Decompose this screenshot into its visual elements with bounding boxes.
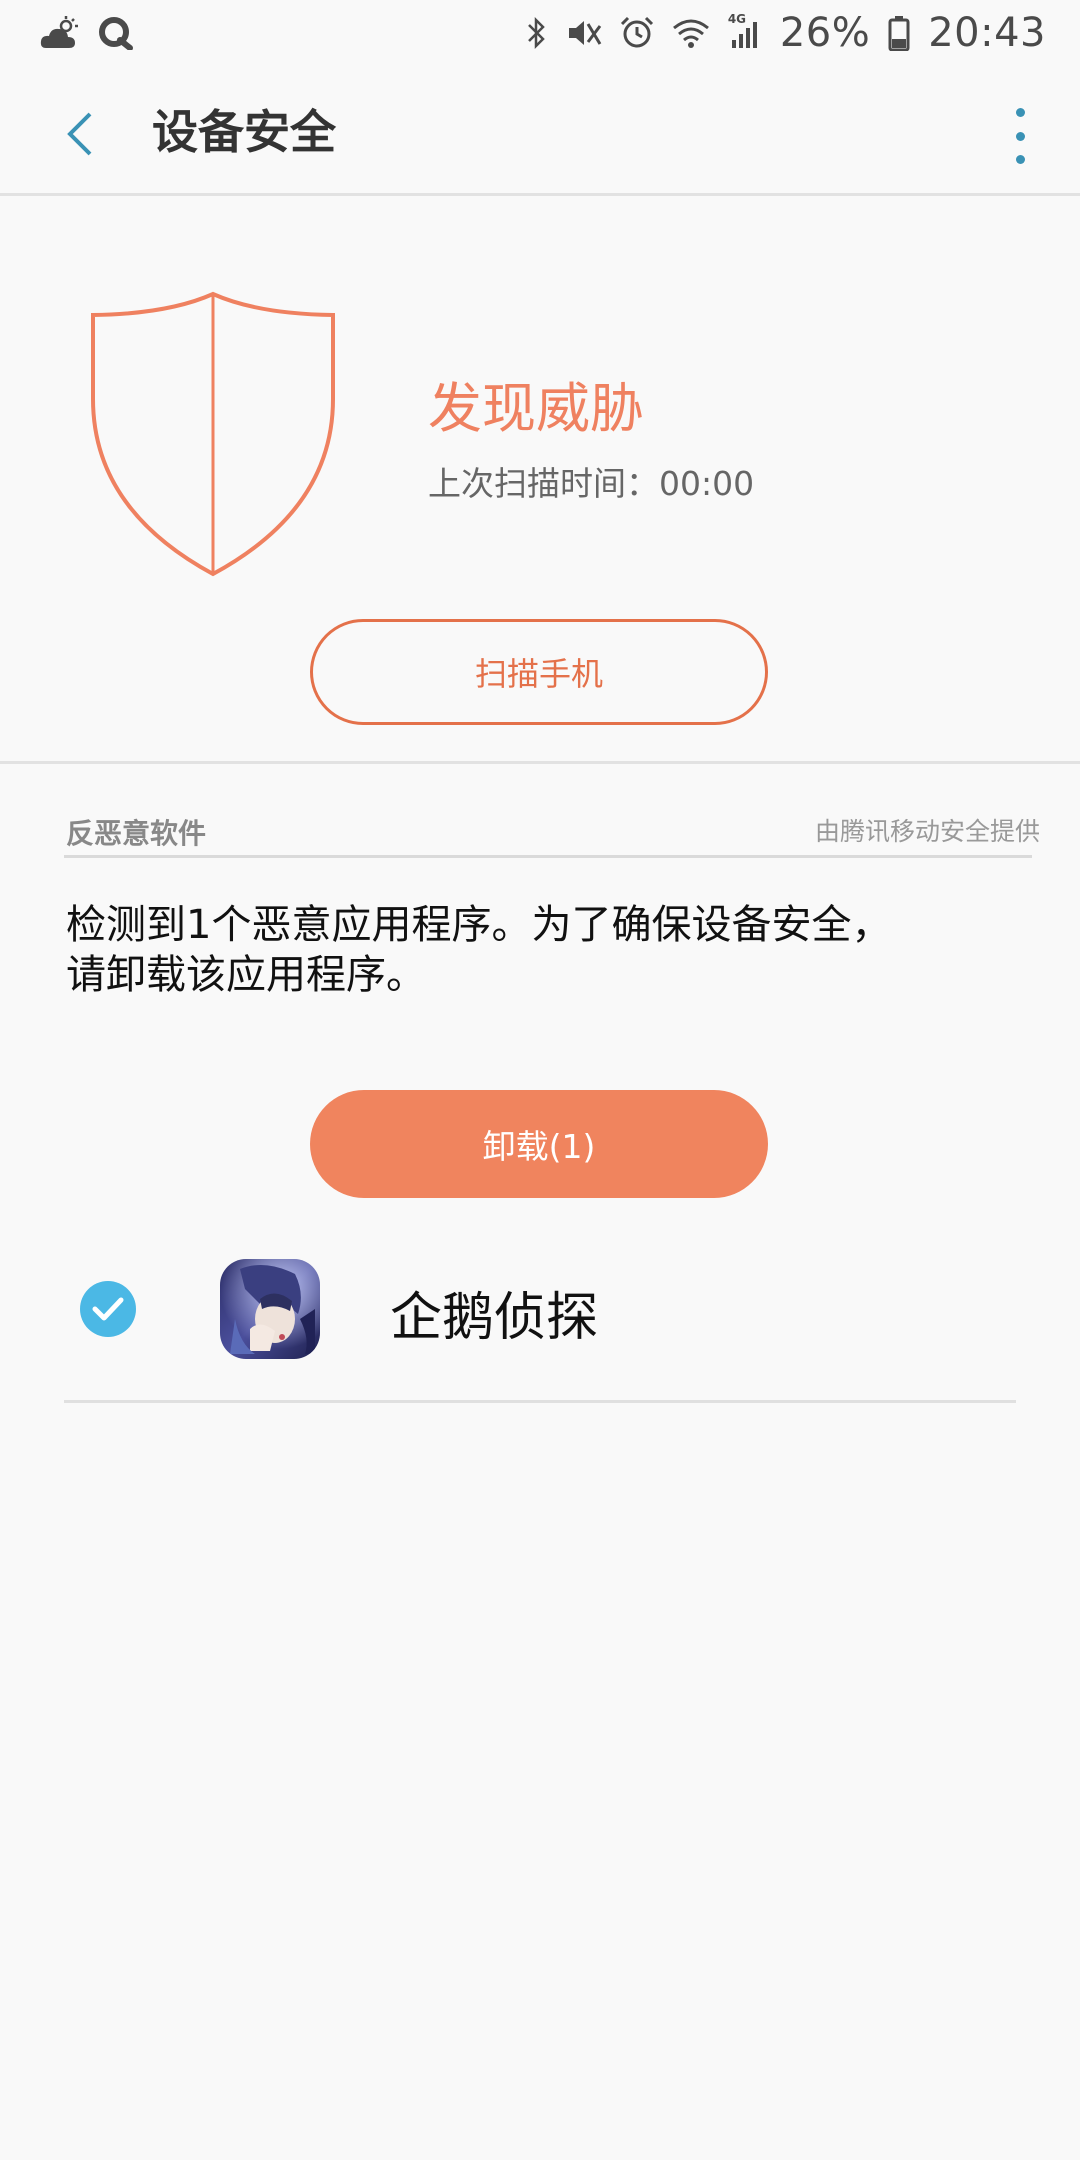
status-left (40, 16, 134, 50)
bluetooth-icon (526, 16, 548, 50)
battery-icon (888, 15, 910, 51)
last-scan-time: 上次扫描时间：00:00 (428, 464, 755, 503)
weather-cloud-icon (40, 16, 80, 50)
chevron-left-icon (67, 112, 92, 156)
app-bar: 设备安全 (0, 66, 1080, 196)
back-button[interactable] (54, 104, 104, 164)
status-bar: 4G 26% 20:43 (0, 0, 1080, 66)
shield-icon (91, 291, 335, 577)
network-type: 4G (727, 12, 747, 26)
threat-message-line: 检测到1个恶意应用程序。为了确保设备安全， (66, 902, 892, 948)
threat-message: 检测到1个恶意应用程序。为了确保设备安全， 请卸载该应用程序。 (66, 900, 1016, 1000)
checkmark-icon (92, 1297, 124, 1321)
security-status-panel: 发现威胁 上次扫描时间：00:00 扫描手机 (0, 199, 1080, 764)
mute-icon (566, 16, 602, 50)
status-title: 发现威胁 (428, 377, 644, 440)
status-right: 4G 26% 20:43 (526, 10, 1046, 56)
signal-icon: 4G (728, 12, 762, 50)
list-item[interactable]: 企鹅侦探 (64, 1245, 1016, 1403)
app-icon (220, 1259, 320, 1359)
wifi-icon (672, 16, 710, 50)
section-provider: 由腾讯移动安全提供 (814, 817, 1040, 846)
more-options-button[interactable] (1010, 108, 1030, 164)
section-title: 反恶意软件 (66, 817, 207, 850)
battery-percent: 26% (779, 10, 871, 56)
clock: 20:43 (928, 10, 1046, 56)
app-checkbox[interactable] (80, 1281, 136, 1337)
page-title: 设备安全 (152, 105, 336, 159)
app-name: 企鹅侦探 (390, 1288, 599, 1348)
qq-icon (98, 16, 134, 50)
section-header: 反恶意软件 由腾讯移动安全提供 (64, 808, 1040, 858)
more-vertical-icon (1015, 108, 1025, 117)
more-vertical-icon (1015, 155, 1025, 164)
alarm-icon (620, 16, 654, 50)
scan-phone-button[interactable]: 扫描手机 (310, 619, 768, 725)
threat-message-line: 请卸载该应用程序。 (66, 952, 426, 998)
more-vertical-icon (1015, 131, 1025, 141)
uninstall-button[interactable]: 卸载(1) (310, 1090, 768, 1198)
